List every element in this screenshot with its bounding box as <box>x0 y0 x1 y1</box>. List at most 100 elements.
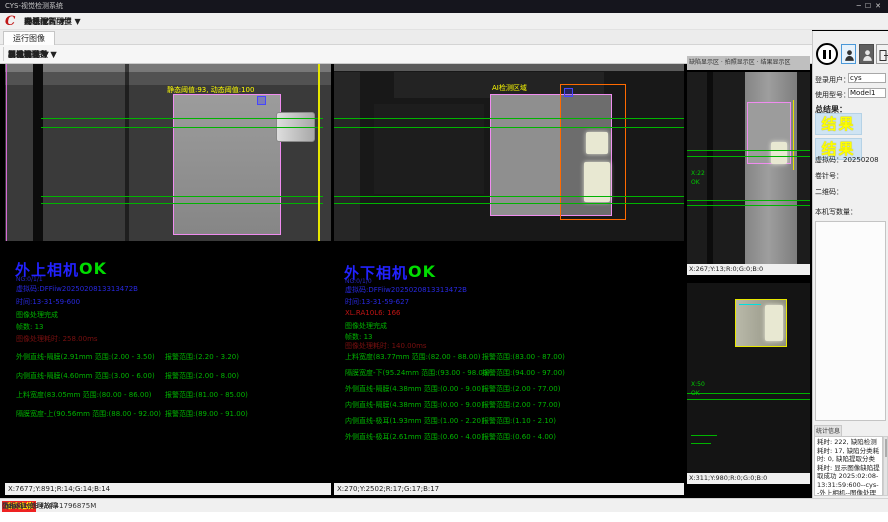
measurement-row: 外侧直线-隔膜(4.38mm 范围:(0.00 - 9.00) <box>345 384 484 394</box>
scroll-thumb[interactable] <box>885 439 888 457</box>
roi-line-magenta <box>6 64 7 241</box>
mini-top-image: X:22 OK <box>687 72 810 264</box>
tab-highlight <box>771 142 787 164</box>
left-frame-count: 帧数: 13 <box>16 322 44 332</box>
mini-view-top[interactable]: X:22 OK X:267;Y:13;R:0;G:0;B:0 <box>687 72 810 275</box>
baseline-green <box>334 196 684 197</box>
baseline-green <box>41 203 323 204</box>
user-gear-icon <box>862 49 873 62</box>
cyan-marker <box>739 304 761 305</box>
user-manage-button[interactable] <box>859 44 874 64</box>
run-info-log[interactable]: 耗时: 222, 缺陷检测耗时: 17, 缺陷分类耗时: 0, 缺陷提取分类耗时… <box>814 436 883 496</box>
close-icon[interactable]: ✕ <box>875 2 885 10</box>
machine-column <box>334 72 360 241</box>
left-camera-view: 静态阈值:93, 动态阈值:100 外上相机OK NG:0/1/1 虚拟码:DF… <box>5 64 331 495</box>
alarm-range: 报警范围:(81.00 - 85.00) <box>165 390 248 400</box>
login-user-label: 登录用户： <box>815 75 850 85</box>
baseline-green <box>687 156 810 157</box>
alarm-range: 报警范围:(2.00 - 8.00) <box>165 371 239 381</box>
left-barcode: 虚拟码:DFFiiw2025020813313472B <box>16 284 138 294</box>
needle-number-label: 卷针号： <box>815 171 843 181</box>
window-bottom-margin <box>0 512 888 522</box>
baseline-green <box>334 127 684 128</box>
mini-top-pixel-status: X:267;Y:13;R:0;G:0;B:0 <box>687 264 810 275</box>
pause-button[interactable] <box>816 43 838 65</box>
machine-slot <box>125 64 129 241</box>
middle-camera-image[interactable]: AI检测区域 <box>334 64 684 241</box>
baseline-green <box>687 150 810 151</box>
middle-time: 时间:13-31-59-627 <box>345 297 409 307</box>
info-scrollbar[interactable] <box>883 436 888 496</box>
machine-top-band <box>5 64 331 72</box>
middle-camera-ok: OK <box>408 262 436 281</box>
window-controls: ─☐✕ <box>857 0 885 13</box>
measurement-row: 隔膜宽度-上(90.56mm 范围:(88.00 - 92.00) <box>16 409 161 419</box>
tool-other-settings[interactable]: 其它设置 ▼ <box>8 49 49 60</box>
maximize-icon[interactable]: ☐ <box>865 2 875 10</box>
alarm-range: 报警范围:(2.00 - 77.00) <box>482 400 560 410</box>
machine-top-band <box>334 64 684 71</box>
material-region-roi <box>173 94 281 235</box>
measurement-row: 内侧直线-隔膜(4.60mm 范围:(3.00 - 6.00) <box>16 371 155 381</box>
mini-view-bottom[interactable]: X:50 OK X:311;Y:980;R:0;G:0;B:0 <box>687 283 810 484</box>
middle-encoder-value: XL.RA10L6: 166 <box>345 309 401 317</box>
alarm-range: 报警范围:(2.20 - 3.20) <box>165 352 239 362</box>
user-login-button[interactable] <box>841 44 856 64</box>
left-camera-ok: OK <box>79 259 107 278</box>
info-tabs: 运行信息 缺陷信息 统计信息 <box>814 425 888 436</box>
title-bar: CYS-视觉检测系统 ─☐✕ <box>0 0 888 13</box>
tab-strip: 运行图像 <box>0 30 812 45</box>
alarm-range: 报警范围:(1.10 - 2.10) <box>482 416 556 426</box>
pause-icon <box>823 50 826 59</box>
baseline-green <box>687 205 810 206</box>
alarm-range: 报警范围:(0.60 - 4.00) <box>482 432 556 442</box>
baseline-green <box>41 127 323 128</box>
model-input[interactable] <box>848 88 886 98</box>
machine-slot <box>707 72 713 264</box>
measurement-row: 上料宽度(83.77mm 范围:(82.00 - 88.00) <box>345 352 481 362</box>
edge-line-yellow <box>318 64 320 241</box>
menu-language-switch[interactable]: 系统语言切换 <box>24 16 72 27</box>
alarm-range: 报警范围:(89.00 - 91.00) <box>165 409 248 419</box>
qr-code-label: 二维码： <box>815 187 843 197</box>
measurement-row: 上料宽度(83.05mm 范围:(80.00 - 86.00) <box>16 390 152 400</box>
middle-camera-view: AI检测区域 外下相机OK NG:0/1/0 虚拟码:DFFiiw2025020… <box>334 64 684 495</box>
roi-marker-blue <box>257 96 266 105</box>
login-user-input[interactable] <box>848 73 886 83</box>
tab-run-image[interactable]: 运行图像 <box>3 31 55 45</box>
baseline-green <box>41 118 323 119</box>
pause-icon <box>829 50 832 59</box>
right-control-panel: 登录用户： 使用型号： 总结果： 结果 结果 虚拟码：20250208 卷针号：… <box>812 31 888 498</box>
left-pixel-status: X:7677;Y:891;R:14;G:14;B:14 <box>5 483 331 495</box>
measurement-row: 内侧直线-隔膜(4.38mm 范围:(0.00 - 9.00) <box>345 400 484 410</box>
middle-process-done: 图像处理完成 <box>345 321 387 331</box>
tiny-green-text-mark <box>691 435 717 436</box>
exit-door-icon <box>879 49 888 62</box>
baseline-green <box>687 399 810 400</box>
menu-bar: C 系统配置 相机配置 通讯配置 IO手配置 ▼ 光源控制配置 ▼ 查看 ▼ 系… <box>0 13 888 30</box>
measurement-row: 外侧直线-隔膜(2.91mm 范围:(2.00 - 3.50) <box>16 352 155 362</box>
alarm-range: 报警范围:(94.00 - 97.00) <box>482 368 565 378</box>
exit-button[interactable] <box>876 44 888 64</box>
measurement-row: 内侧直线-极耳(1.93mm 范围:(1.00 - 2.20) <box>345 416 484 426</box>
virtual-code-label: 虚拟码： <box>815 156 843 164</box>
mini-views-header: 缺陷显示区 · 拍照显示区 · 结果显示区 <box>687 56 810 70</box>
user-icon <box>844 49 855 62</box>
mini-bottom-image: X:50 OK <box>687 283 810 473</box>
alarm-range: 报警范围:(2.00 - 77.00) <box>482 384 560 394</box>
virtual-code-value: 20250208 <box>843 156 879 164</box>
baseline-green <box>687 200 810 201</box>
defect-list-box[interactable] <box>815 221 886 421</box>
baseline-green <box>334 118 684 119</box>
virtual-code-row: 虚拟码：20250208 <box>815 155 879 165</box>
mini-top-ok-label: OK <box>691 179 700 187</box>
left-camera-image[interactable]: 静态阈值:93, 动态阈值:100 <box>5 64 331 241</box>
minimize-icon[interactable]: ─ <box>857 2 865 10</box>
alarm-range: 报警范围:(83.00 - 87.00) <box>482 352 565 362</box>
app-logo-icon: C <box>5 14 15 29</box>
left-process-done: 图像处理完成 <box>16 310 58 320</box>
measurement-row: 外侧直线-极耳(2.61mm 范围:(0.60 - 4.00) <box>345 432 484 442</box>
write-count-label: 本机写数量： <box>815 207 857 217</box>
model-label: 使用型号： <box>815 90 850 100</box>
middle-barcode: 虚拟码:DFFiiw2025020813313472B <box>345 285 467 295</box>
